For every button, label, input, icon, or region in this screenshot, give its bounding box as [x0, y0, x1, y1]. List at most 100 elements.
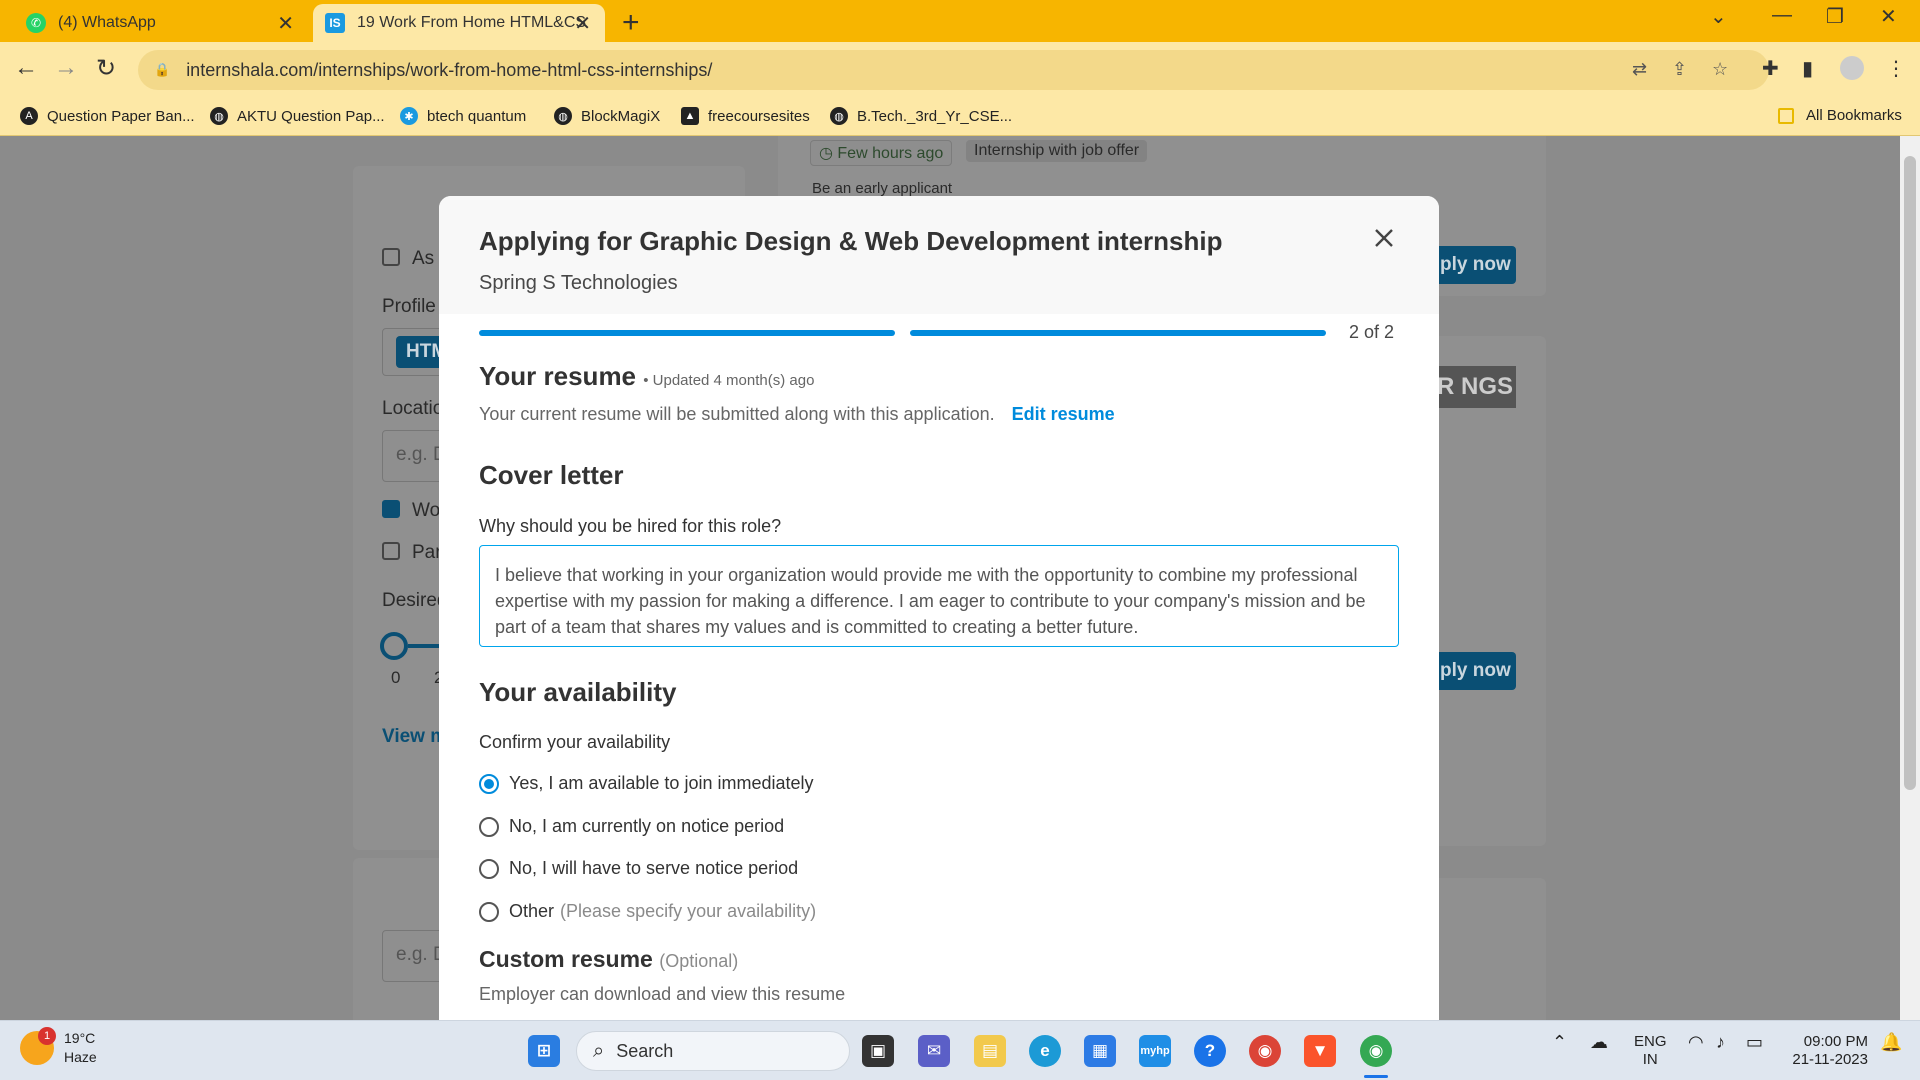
- active-app-indicator: [1364, 1075, 1388, 1078]
- page-scrollbar[interactable]: [1900, 136, 1920, 1020]
- url-text: internshala.com/internships/work-from-ho…: [186, 59, 713, 80]
- tab-search-icon[interactable]: ⌄: [1710, 4, 1727, 29]
- minimize-button[interactable]: —: [1772, 4, 1792, 27]
- close-icon[interactable]: [1370, 224, 1398, 252]
- location-label: Locatio: [382, 398, 444, 419]
- parttime-label: Par: [412, 542, 442, 563]
- weather-desc: Haze: [64, 1049, 97, 1065]
- tab-internshala[interactable]: IS 19 Work From Home HTML&CS ✕: [313, 4, 605, 42]
- resume-updated: • Updated 4 month(s) ago: [643, 372, 815, 389]
- store-icon[interactable]: ▦: [1084, 1035, 1116, 1067]
- radio-button[interactable]: [479, 816, 499, 837]
- edge-icon[interactable]: e: [1029, 1035, 1061, 1067]
- chrome-icon[interactable]: ◉: [1249, 1035, 1281, 1067]
- globe-icon: ◍: [210, 107, 228, 125]
- volume-icon[interactable]: ♪: [1716, 1033, 1725, 1051]
- folder-icon: [1778, 107, 1794, 124]
- modal-title: Applying for Graphic Design & Web Develo…: [479, 226, 1223, 256]
- cover-letter-textarea[interactable]: I believe that working in your organizat…: [479, 545, 1399, 647]
- availability-option-immediate[interactable]: Yes, I am available to join immediately: [479, 773, 814, 794]
- reload-icon[interactable]: ↻: [96, 54, 116, 83]
- availability-option-notice[interactable]: No, I am currently on notice period: [479, 816, 784, 837]
- view-more-link: View m: [382, 726, 448, 747]
- resume-note: Your current resume will be submitted al…: [479, 404, 995, 424]
- menu-icon[interactable]: ⋮: [1886, 56, 1906, 81]
- tray-overflow-icon[interactable]: ⌃: [1552, 1033, 1567, 1051]
- weather-widget[interactable]: 1 19°C Haze: [20, 1027, 97, 1067]
- windows-taskbar: 1 19°C Haze ⊞ ⌕ Search ▣ ✉ ▤ e ▦ myhp ? …: [0, 1020, 1920, 1080]
- extensions-icon[interactable]: ✚: [1762, 56, 1779, 81]
- url-bar[interactable]: 🔒 internshala.com/internships/work-from-…: [138, 50, 1769, 90]
- bookmark-item[interactable]: A Question Paper Ban...: [20, 107, 195, 125]
- scrollbar-thumb[interactable]: [1904, 156, 1916, 790]
- battery-icon[interactable]: ▭: [1746, 1033, 1763, 1051]
- filter-label: As: [412, 248, 435, 269]
- chat-icon[interactable]: ✉: [918, 1035, 950, 1067]
- bookmark-a-icon: A: [20, 107, 38, 125]
- address-bar-row: ← → ↻ 🔒 internshala.com/internships/work…: [0, 42, 1920, 98]
- task-view-icon[interactable]: ▣: [862, 1035, 894, 1067]
- close-tab-icon[interactable]: ✕: [277, 11, 294, 36]
- progress-step-2: [910, 330, 1326, 336]
- custom-resume-heading: Custom resume (Optional): [479, 946, 739, 972]
- resume-note-row: Your current resume will be submitted al…: [479, 404, 1115, 425]
- tab-whatsapp[interactable]: ✆ (4) WhatsApp ✕: [12, 4, 308, 42]
- onedrive-icon[interactable]: ☁: [1590, 1033, 1608, 1051]
- wifi-icon[interactable]: ◠: [1688, 1033, 1704, 1051]
- availability-heading: Your availability: [479, 677, 677, 707]
- radio-button[interactable]: [479, 773, 499, 794]
- bookmark-item[interactable]: ✱ btech quantum: [400, 107, 526, 125]
- notification-bell-icon[interactable]: 🔔: [1880, 1033, 1902, 1051]
- modal-header: Applying for Graphic Design & Web Develo…: [439, 196, 1439, 314]
- back-icon[interactable]: ←: [14, 54, 38, 82]
- progress-step-1: [479, 330, 895, 336]
- radio-button[interactable]: [479, 901, 499, 922]
- profile-avatar[interactable]: [1840, 56, 1864, 80]
- resume-heading: Your resume • Updated 4 month(s) ago: [479, 361, 815, 391]
- availability-option-other[interactable]: Other (Please specify your availability): [479, 901, 816, 922]
- close-window-button[interactable]: ✕: [1880, 4, 1897, 29]
- bookmark-star-icon[interactable]: ☆: [1712, 59, 1728, 80]
- browser-tab-bar: ✆ (4) WhatsApp ✕ IS 19 Work From Home HT…: [0, 0, 1920, 42]
- help-icon[interactable]: ?: [1194, 1035, 1226, 1067]
- company-name: Spring S Technologies: [479, 272, 678, 294]
- start-icon[interactable]: ⊞: [528, 1035, 560, 1067]
- tab-title: 19 Work From Home HTML&CS: [357, 14, 587, 31]
- radio-button[interactable]: [479, 858, 499, 879]
- new-tab-button[interactable]: +: [622, 6, 640, 40]
- clock[interactable]: 09:00 PM 21-11-2023: [1784, 1033, 1868, 1069]
- edit-resume-link[interactable]: Edit resume: [1012, 404, 1115, 424]
- language-indicator[interactable]: ENG IN: [1634, 1033, 1667, 1069]
- all-bookmarks[interactable]: All Bookmarks: [1778, 107, 1902, 124]
- close-tab-icon[interactable]: ✕: [574, 11, 591, 36]
- sidebar-icon[interactable]: ▮: [1802, 56, 1813, 81]
- bookmark-item[interactable]: ▲ freecoursesites: [681, 107, 810, 125]
- profile-label: Profile: [382, 296, 436, 317]
- brave-icon[interactable]: ▼: [1304, 1035, 1336, 1067]
- myhp-icon[interactable]: myhp: [1139, 1035, 1171, 1067]
- chrome-profile-icon[interactable]: ◉: [1360, 1035, 1392, 1067]
- stipend-slider-handle: [380, 632, 408, 660]
- share-icon[interactable]: ⇪: [1672, 59, 1687, 80]
- file-explorer-icon[interactable]: ▤: [974, 1035, 1006, 1067]
- search-icon: ⌕: [593, 1039, 605, 1062]
- availability-question: Confirm your availability: [479, 732, 671, 752]
- globe-icon: ◍: [554, 107, 572, 125]
- whatsapp-icon: ✆: [26, 13, 46, 33]
- apply-now-button: ply now: [1430, 246, 1516, 284]
- taskbar-search[interactable]: ⌕ Search: [576, 1031, 850, 1071]
- filter-checkbox: [382, 248, 400, 266]
- availability-option-serve-notice[interactable]: No, I will have to serve notice period: [479, 858, 798, 879]
- stipend-slider-track: [408, 644, 440, 648]
- maximize-button[interactable]: ❐: [1826, 4, 1844, 29]
- bookmark-item[interactable]: ◍ BlockMagiX: [554, 107, 660, 125]
- apply-now-button: ply now: [1430, 652, 1516, 690]
- internshala-icon: IS: [325, 13, 345, 33]
- slider-min: 0: [391, 668, 401, 687]
- application-modal: Applying for Graphic Design & Web Develo…: [439, 196, 1439, 1020]
- bookmark-item[interactable]: ◍ AKTU Question Pap...: [210, 107, 385, 125]
- tab-title: (4) WhatsApp: [58, 14, 156, 31]
- translate-icon[interactable]: ⇄: [1632, 59, 1647, 80]
- bookmark-item[interactable]: ◍ B.Tech._3rd_Yr_CSE...: [830, 107, 1012, 125]
- forward-icon[interactable]: →: [54, 54, 78, 82]
